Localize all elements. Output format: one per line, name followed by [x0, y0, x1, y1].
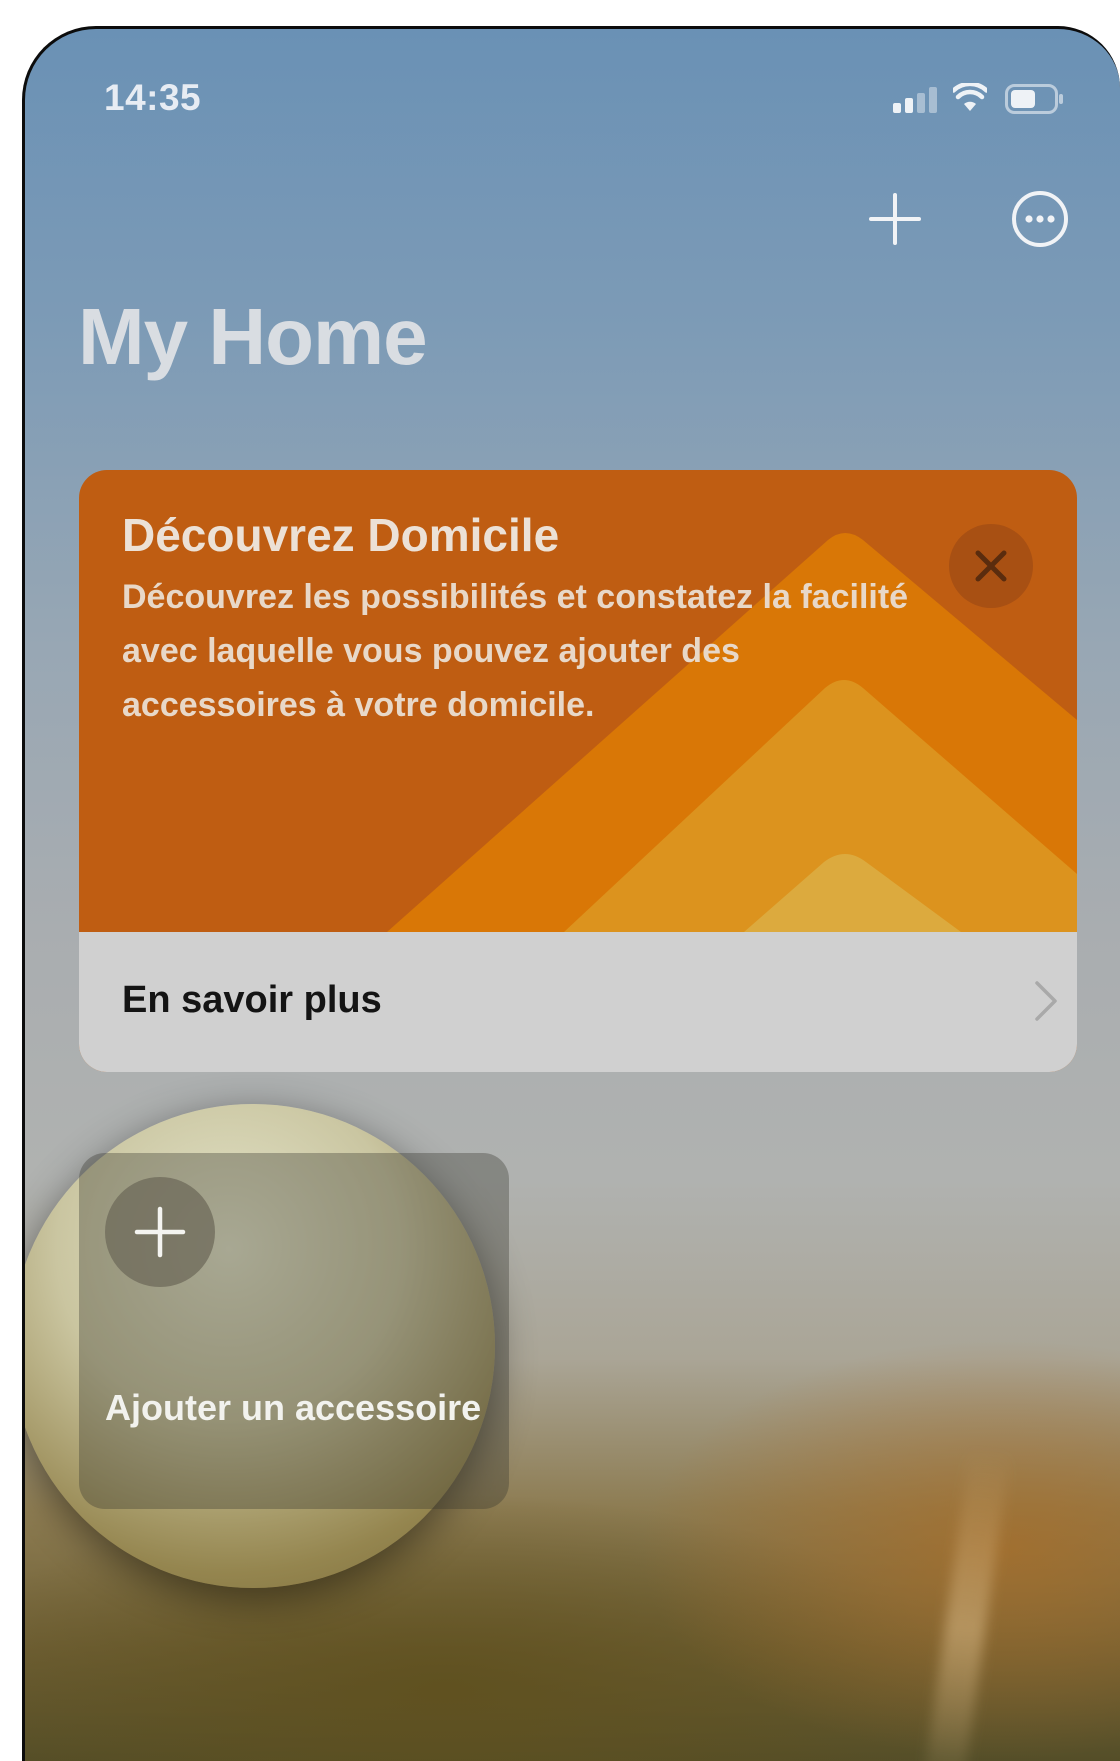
card-description: Découvrez les possibilités et constatez … — [122, 578, 909, 724]
add-accessory-icon-button — [105, 1177, 215, 1287]
signal-icon — [893, 87, 937, 113]
close-icon — [975, 550, 1007, 582]
add-accessory-label: Ajouter un accessoire — [105, 1387, 482, 1428]
home-screen: 14:35 My Home Découvrez Domicile Découvr… — [22, 26, 1120, 1761]
add-accessory-tile[interactable]: Ajouter un accessoire — [79, 1153, 509, 1509]
learn-more-label: En savoir plus — [122, 979, 382, 1021]
background-light-beam — [920, 1447, 1010, 1761]
screenshot-frame: 14:35 My Home Découvrez Domicile Découvr… — [0, 0, 1120, 1761]
add-button[interactable] — [868, 192, 922, 246]
page-title: My Home — [78, 292, 428, 381]
close-button[interactable] — [949, 524, 1033, 608]
wifi-icon — [953, 83, 987, 111]
status-icons — [893, 79, 1093, 119]
learn-more-row[interactable]: En savoir plus — [79, 932, 1077, 1072]
plus-icon — [134, 1206, 186, 1258]
chevron-right-icon — [1035, 981, 1057, 1021]
battery-icon — [1005, 84, 1063, 114]
discover-home-card[interactable]: Découvrez Domicile Découvrez les possibi… — [79, 470, 1077, 1072]
more-options-button[interactable] — [1010, 189, 1070, 249]
card-title: Découvrez Domicile — [122, 509, 560, 561]
status-time: 14:35 — [104, 77, 202, 118]
